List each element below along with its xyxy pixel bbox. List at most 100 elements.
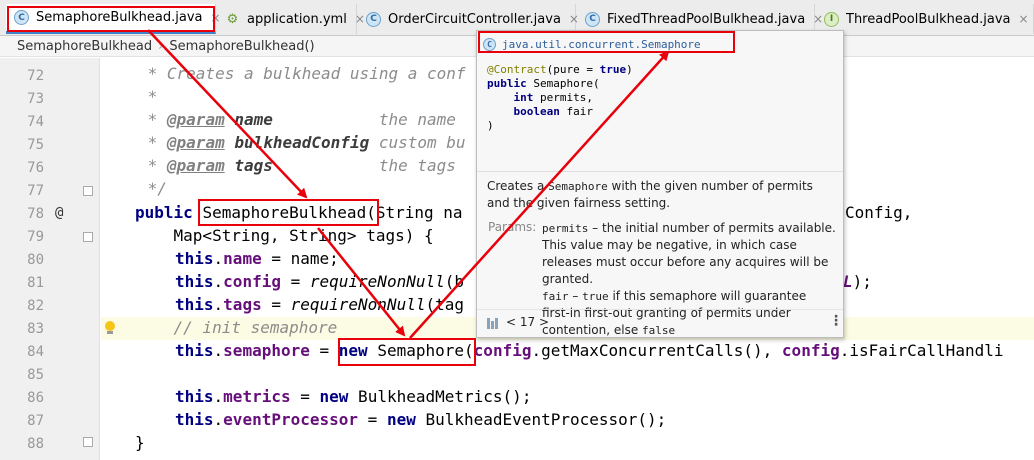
field: semaphore	[223, 341, 310, 360]
line-number[interactable]: 80	[0, 252, 44, 268]
field: config	[473, 341, 532, 360]
annotation: @Contract	[487, 63, 547, 76]
param-desc: the name	[272, 110, 456, 129]
line-number[interactable]: 75	[0, 137, 44, 153]
field: metrics	[223, 387, 291, 406]
param-code: fair	[542, 290, 569, 303]
tab-thread-pool-bulkhead[interactable]: I ThreadPoolBulkhead.java ×	[816, 4, 1034, 34]
keyword: this	[175, 295, 214, 314]
method-call: requireNonNull	[309, 272, 445, 291]
param-desc: custom bu	[369, 133, 466, 152]
class-icon: C	[366, 11, 381, 27]
sig-text: (pure =	[546, 63, 600, 76]
javadoc-tag: @param	[166, 110, 225, 129]
fold-end-icon[interactable]	[83, 437, 93, 447]
code-text: BulkheadMetrics();	[348, 387, 532, 406]
code-text: = name;	[261, 249, 339, 268]
tab-label: application.yml	[247, 11, 347, 27]
breadcrumb-method[interactable]: SemaphoreBulkhead()	[169, 39, 314, 54]
close-icon[interactable]: ×	[1018, 12, 1028, 26]
code-line-78-tail: Config,	[845, 203, 913, 222]
keyword: this	[175, 272, 214, 291]
annotation-box-popup-header	[478, 31, 735, 53]
line-number[interactable]: 86	[0, 390, 44, 406]
breadcrumb-separator: ›	[158, 38, 164, 54]
comment-star: *	[138, 133, 167, 152]
comment-star: *	[138, 110, 167, 129]
override-marker-icon[interactable]: @	[55, 205, 63, 221]
line-number[interactable]: 81	[0, 275, 44, 291]
field: eventProcessor	[223, 410, 359, 429]
popup-footer: < 17 > ⋮	[477, 309, 843, 337]
code-line-77: */	[138, 179, 167, 198]
line-number[interactable]: 82	[0, 298, 44, 314]
breadcrumb-class[interactable]: SemaphoreBulkhead	[17, 39, 152, 54]
code-text: =	[290, 387, 320, 406]
param-name: tags	[234, 156, 273, 175]
jdk-version[interactable]: < 17 >	[506, 315, 549, 329]
code-text: .getMaxConcurrentCalls(),	[531, 341, 782, 360]
line-number[interactable]: 74	[0, 114, 44, 130]
popup-divider	[477, 171, 843, 172]
code-text: (tag	[425, 295, 464, 314]
keyword: this	[175, 341, 214, 360]
intention-bulb-icon[interactable]	[104, 321, 116, 335]
sig-text: Semaphore(	[526, 77, 600, 90]
line-number[interactable]: 84	[0, 344, 44, 360]
code-line-82: this.tags = requireNonNull(tag	[175, 295, 464, 314]
field: name	[223, 249, 262, 268]
field: L	[843, 272, 853, 291]
code-text: BulkheadEventProcessor();	[415, 410, 667, 429]
method-call: requireNonNull	[290, 295, 426, 314]
line-number[interactable]: 78	[0, 206, 44, 222]
fold-end-icon[interactable]	[83, 186, 93, 196]
param-desc: the tags	[272, 156, 456, 175]
tab-application-yml[interactable]: ⚙ application.yml ×	[217, 4, 365, 34]
code-line-81: this.config = requireNonNull(b	[175, 272, 464, 291]
fold-toggle-icon[interactable]	[83, 232, 93, 242]
code-text: );	[852, 272, 872, 291]
line-number[interactable]: 72	[0, 68, 44, 84]
line-number[interactable]: 88	[0, 436, 44, 452]
code-text: =	[309, 341, 339, 360]
keyword: new	[319, 387, 349, 406]
line-number[interactable]: 85	[0, 367, 44, 383]
param-permits: permits – the initial number of permits …	[542, 220, 837, 288]
line-number[interactable]: 76	[0, 160, 44, 176]
code-line-73: *	[138, 87, 158, 106]
code-line-81-tail: L);	[843, 272, 872, 292]
line-number[interactable]: 77	[0, 183, 44, 199]
line-number[interactable]: 73	[0, 91, 44, 107]
keyword: true	[599, 63, 627, 76]
code-line-80: this.name = name;	[175, 249, 339, 268]
param-name: name	[234, 110, 273, 129]
javadoc-tag: @param	[166, 133, 225, 152]
code-text: =	[280, 272, 310, 291]
library-icon	[487, 318, 501, 329]
code-text: =	[358, 410, 387, 429]
field: config	[781, 341, 840, 360]
desc-code: Semaphore	[548, 180, 608, 193]
sig-text: permits,	[533, 91, 593, 104]
annotation-box-new-semaphore	[338, 338, 476, 366]
more-options-icon[interactable]: ⋮	[829, 313, 843, 329]
keyword: new	[386, 410, 416, 429]
sig-text: )	[626, 63, 633, 76]
field: config	[223, 272, 281, 291]
code-line-88: }	[135, 433, 145, 452]
code-text: (String na	[366, 203, 463, 222]
annotation-box-constructor	[198, 199, 379, 226]
line-number[interactable]: 83	[0, 321, 44, 337]
documentation-popup: C java.util.concurrent.Semaphore @Contra…	[476, 30, 844, 338]
tab-label: ThreadPoolBulkhead.java	[846, 11, 1011, 27]
sig-text: fair	[559, 105, 593, 118]
param-code: permits	[542, 222, 589, 235]
line-number[interactable]: 79	[0, 229, 44, 245]
param-desc: –	[568, 289, 583, 303]
method-signature: @Contract(pure = true) public Semaphore(…	[487, 63, 633, 133]
line-number[interactable]: 87	[0, 413, 44, 429]
code-text: =	[261, 295, 291, 314]
code-line-87: this.eventProcessor = new BulkheadEventP…	[175, 410, 667, 429]
yaml-icon: ⚙	[226, 11, 239, 27]
class-icon: C	[585, 11, 600, 27]
